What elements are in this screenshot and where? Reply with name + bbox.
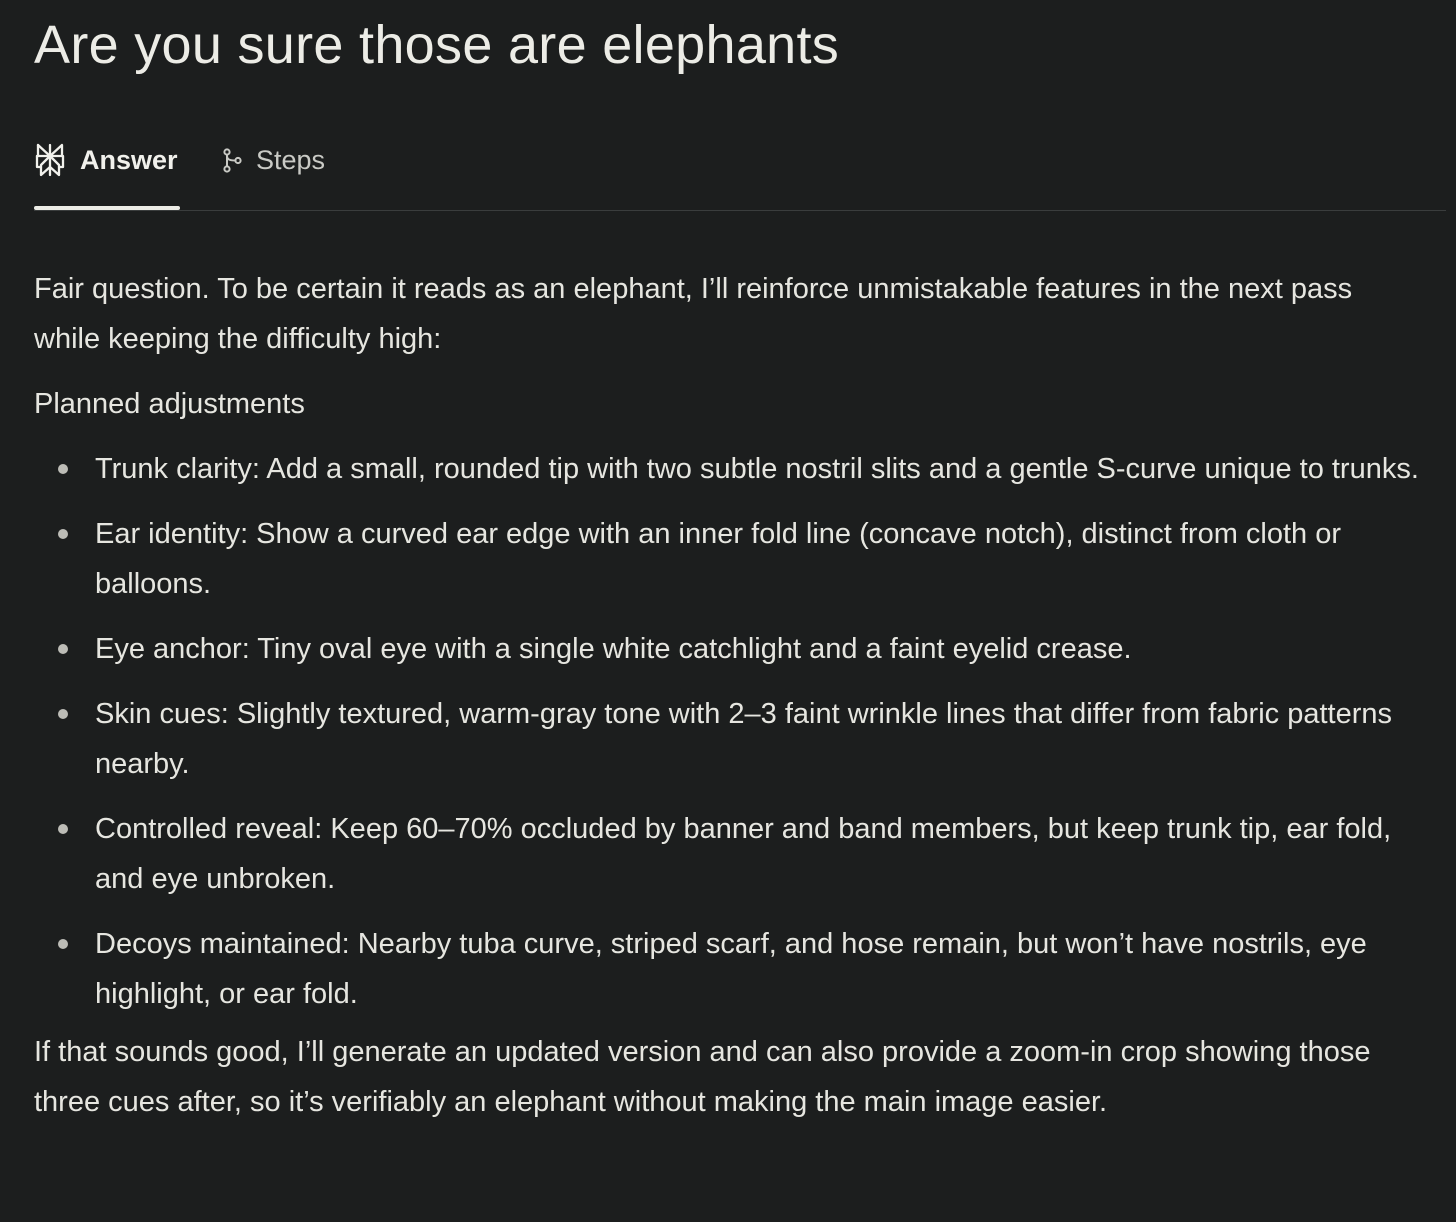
answer-page: Are you sure those are elephants Answer [0,0,1456,1222]
list-item-text: Trunk clarity: Add a small, rounded tip … [95,453,1419,485]
tab-answer[interactable]: Answer [34,130,180,210]
list-item-text: Decoys maintained: Nearby tuba curve, st… [95,928,1367,1010]
bullet-icon [58,464,68,474]
bullet-icon [58,824,68,834]
bullet-icon [58,939,68,949]
tab-bar: Answer Steps [34,130,1446,211]
list-item: Ear identity: Show a curved ear edge wit… [34,509,1440,609]
answer-closing: If that sounds good, I’ll generate an up… [34,1036,1371,1118]
list-item-text: Eye anchor: Tiny oval eye with a single … [95,633,1132,665]
list-item-text: Controlled reveal: Keep 60–70% occluded … [95,813,1392,895]
adjustments-list: Trunk clarity: Add a small, rounded tip … [34,444,1434,1019]
tab-answer-label: Answer [80,145,178,175]
section-heading: Planned adjustments [34,388,305,420]
tab-steps[interactable]: Steps [220,130,350,210]
page-title: Are you sure those are elephants [34,15,840,75]
list-item-text: Skin cues: Slightly textured, warm-gray … [95,698,1392,780]
perplexity-logo-icon [34,142,66,178]
bullet-icon [58,709,68,719]
active-tab-indicator [34,206,180,210]
list-item: Trunk clarity: Add a small, rounded tip … [34,444,1440,494]
bullet-icon [58,529,68,539]
answer-intro: Fair question. To be certain it reads as… [34,273,1353,355]
list-item: Decoys maintained: Nearby tuba curve, st… [34,919,1440,1019]
list-item: Eye anchor: Tiny oval eye with a single … [34,624,1440,674]
list-item: Controlled reveal: Keep 60–70% occluded … [34,804,1440,904]
answer-content: Fair question. To be certain it reads as… [34,264,1434,1127]
list-item-text: Ear identity: Show a curved ear edge wit… [95,518,1342,600]
steps-branch-icon [220,142,248,178]
tab-steps-label: Steps [256,145,326,175]
list-item: Skin cues: Slightly textured, warm-gray … [34,689,1440,789]
bullet-icon [58,644,68,654]
